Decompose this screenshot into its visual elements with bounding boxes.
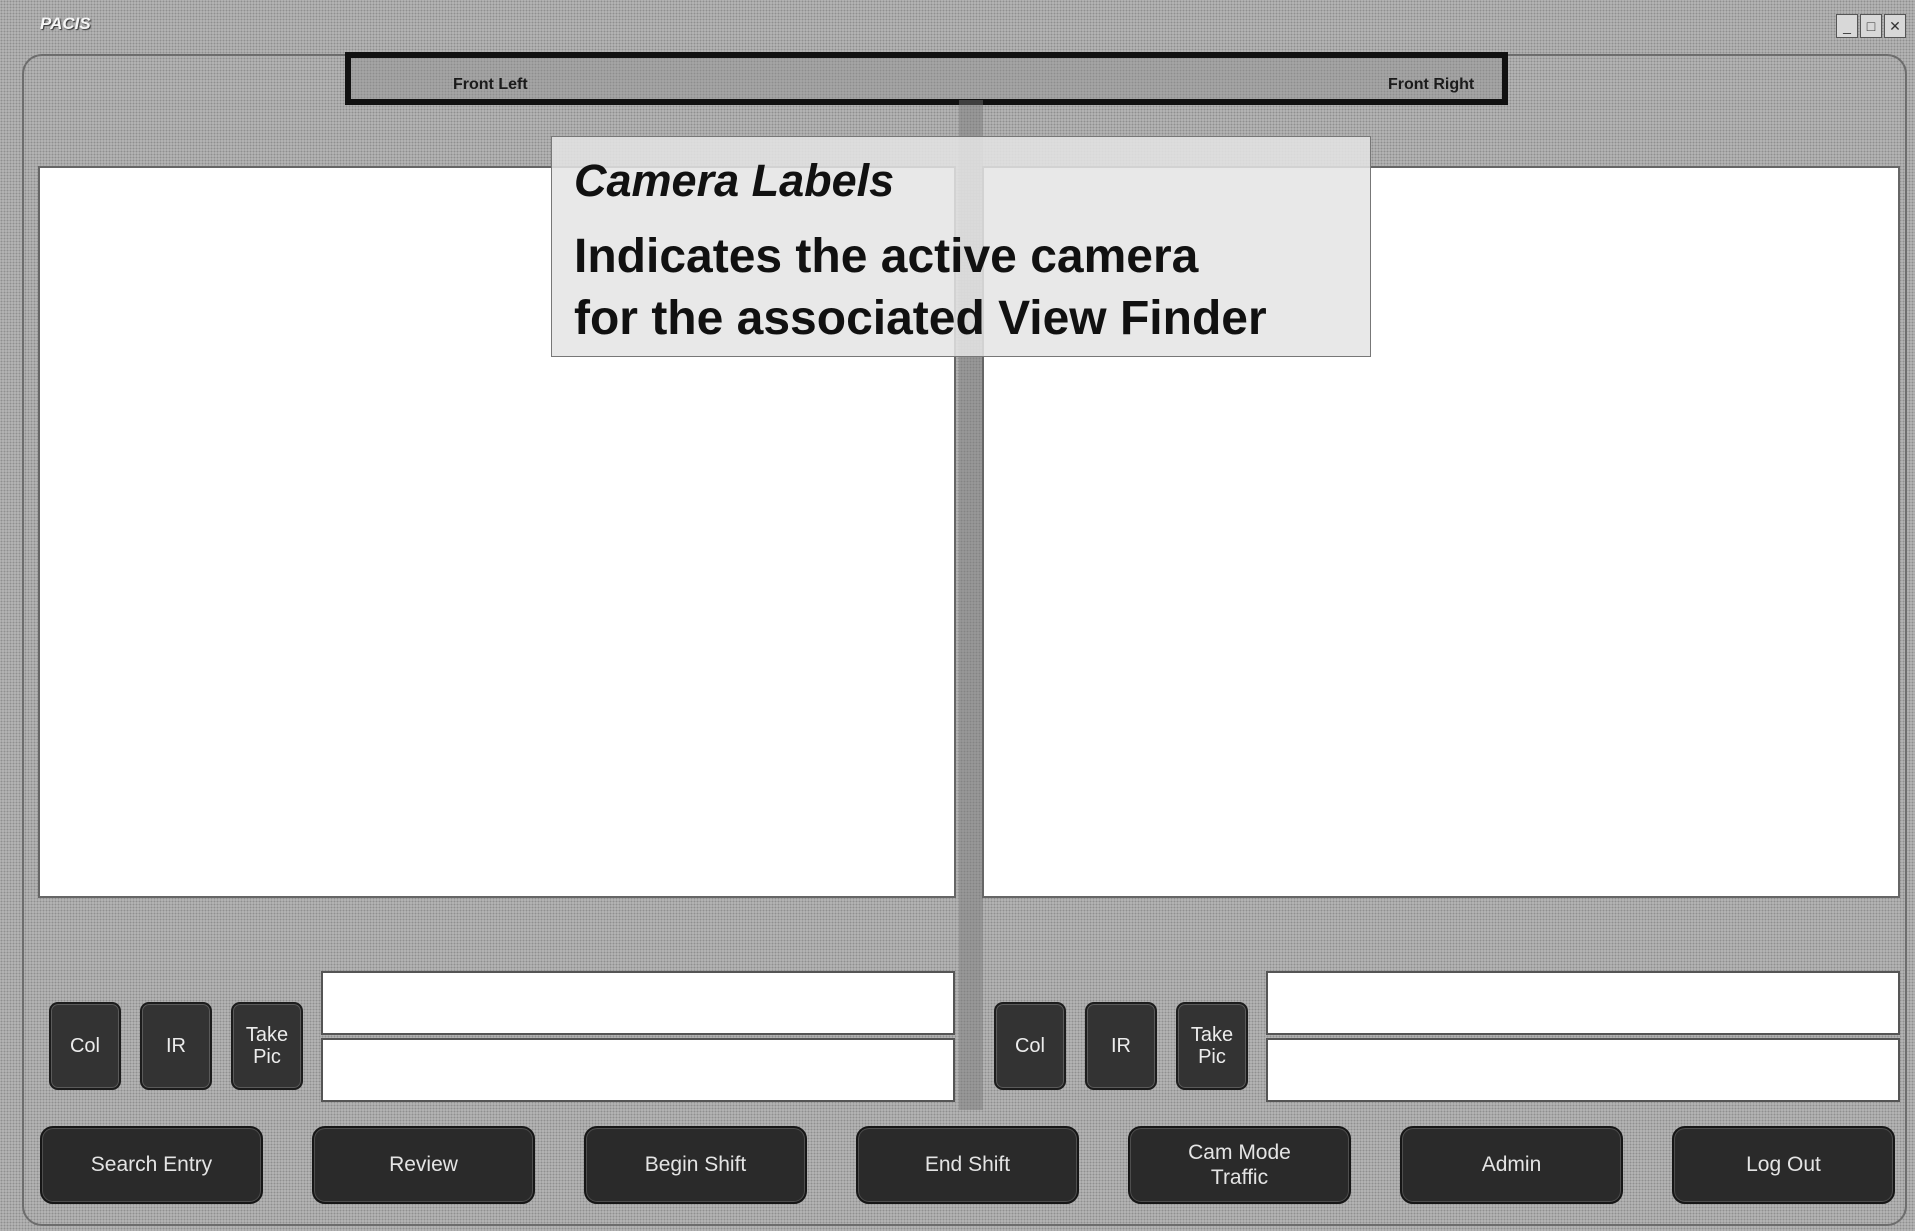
minimize-button[interactable]: _ — [1836, 14, 1858, 38]
title-bar: PACIS _ □ ✕ — [0, 0, 1915, 40]
end-shift-button[interactable]: End Shift — [856, 1126, 1079, 1204]
right-info-field-2 — [1266, 1038, 1900, 1102]
left-col-button[interactable]: Col — [49, 1002, 121, 1090]
left-take-pic-button[interactable]: Take Pic — [231, 1002, 303, 1090]
begin-shift-button[interactable]: Begin Shift — [584, 1126, 807, 1204]
camera-label-right: Front Right — [1388, 76, 1475, 93]
admin-button[interactable]: Admin — [1400, 1126, 1623, 1204]
close-button[interactable]: ✕ — [1884, 14, 1906, 38]
cam-mode-traffic-button[interactable]: Cam Mode Traffic — [1128, 1126, 1351, 1204]
callout-line-1: Indicates the active camera — [574, 230, 1199, 283]
left-info-field-2 — [321, 1038, 955, 1102]
review-button[interactable]: Review — [312, 1126, 535, 1204]
camera-label-left: Front Left — [453, 76, 528, 93]
left-info-field-1 — [321, 971, 955, 1035]
right-col-button[interactable]: Col — [994, 1002, 1066, 1090]
callout-title: Camera Labels — [574, 155, 895, 206]
maximize-button[interactable]: □ — [1860, 14, 1882, 38]
right-take-pic-button[interactable]: Take Pic — [1176, 1002, 1248, 1090]
left-ir-button[interactable]: IR — [140, 1002, 212, 1090]
app-title: PACIS — [40, 14, 91, 33]
callout-line-2: for the associated View Finder — [574, 292, 1267, 345]
callout-box: Camera Labels Indicates the active camer… — [551, 136, 1371, 357]
search-entry-button[interactable]: Search Entry — [40, 1126, 263, 1204]
log-out-button[interactable]: Log Out — [1672, 1126, 1895, 1204]
right-ir-button[interactable]: IR — [1085, 1002, 1157, 1090]
right-info-field-1 — [1266, 971, 1900, 1035]
camera-label-bar: Front Left Front Right — [345, 52, 1508, 105]
